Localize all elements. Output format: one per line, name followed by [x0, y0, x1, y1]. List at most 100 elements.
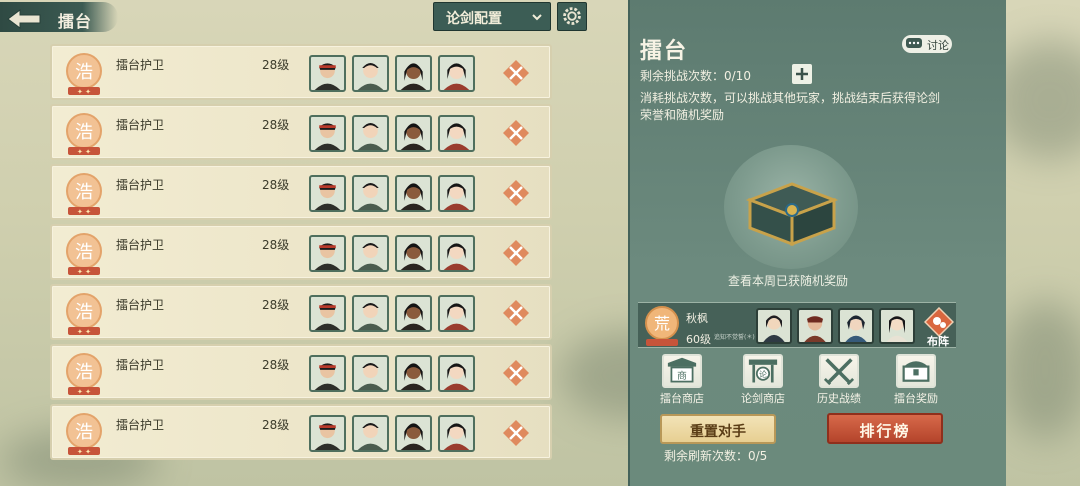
remaining-refreshes: 剩余刷新次数：0/5 [664, 449, 768, 463]
opponent-name: 擂台护卫 [116, 238, 165, 252]
opponent-rank-badge-icon: 浩 ✦ ✦ [66, 173, 102, 216]
player-status-text: 追知不觉誓(＊) [714, 334, 755, 341]
arena-shop-glyph: 商 [677, 369, 687, 382]
player-level: 60级 [686, 333, 711, 346]
svg-text:✦ ✦: ✦ ✦ [77, 328, 91, 336]
hero-portrait-2[interactable] [352, 55, 389, 92]
hero-portrait-1[interactable] [309, 355, 346, 392]
opponent-row[interactable]: 浩 ✦ ✦ 擂台护卫 28级 [50, 344, 552, 400]
challenge-crossed-swords-icon[interactable] [503, 120, 529, 146]
hero-portrait-4[interactable] [438, 235, 475, 272]
sword-config-dropdown[interactable]: 论剑配置 [433, 2, 551, 31]
arena-reward-button[interactable]: 擂台奖励 [888, 354, 944, 405]
opponent-name: 擂台护卫 [116, 418, 165, 432]
opponent-rank-badge-icon: 浩 ✦ ✦ [66, 53, 102, 96]
opponent-hero-list [309, 295, 475, 332]
opponent-level: 28级 [262, 178, 290, 192]
my-hero-portrait[interactable] [838, 308, 874, 344]
hero-portrait-2[interactable] [352, 295, 389, 332]
chat-bubble-icon [906, 38, 922, 48]
hero-portrait-1[interactable] [309, 55, 346, 92]
chevron-down-icon [532, 14, 542, 21]
discuss-button[interactable]: 讨论 [902, 35, 952, 53]
opponent-hero-list [309, 415, 475, 452]
my-team-bar: 荒 秋枫 60级 追知不觉誓(＊) 布阵 [638, 302, 956, 348]
opponent-name: 擂台护卫 [116, 178, 165, 192]
opponent-row[interactable]: 浩 ✦ ✦ 擂台护卫 28级 [50, 284, 552, 340]
treasure-chest-icon[interactable] [740, 170, 844, 248]
hero-portrait-2[interactable] [352, 115, 389, 152]
opponent-row[interactable]: 浩 ✦ ✦ 擂台护卫 28级 [50, 404, 552, 460]
hero-portrait-2[interactable] [352, 235, 389, 272]
arena-reward-label: 擂台奖励 [894, 392, 938, 405]
hero-portrait-1[interactable] [309, 415, 346, 452]
opponent-row[interactable]: 浩 ✦ ✦ 擂台护卫 28级 [50, 164, 552, 220]
opponent-badge-char: 浩 [75, 302, 93, 323]
settings-button[interactable] [557, 2, 587, 31]
opponent-badge-char: 浩 [75, 62, 93, 83]
svg-text:✦ ✦: ✦ ✦ [77, 448, 91, 456]
hero-portrait-2[interactable] [352, 175, 389, 212]
challenge-crossed-swords-icon[interactable] [503, 60, 529, 86]
opponent-badge-char: 浩 [75, 422, 93, 443]
hero-portrait-1[interactable] [309, 175, 346, 212]
hero-portrait-3[interactable] [395, 235, 432, 272]
battle-history-label: 历史战绩 [817, 392, 861, 405]
hero-portrait-4[interactable] [438, 355, 475, 392]
back-arrow-icon[interactable] [6, 8, 42, 30]
challenge-crossed-swords-icon[interactable] [503, 360, 529, 386]
formation-button[interactable]: 布阵 [923, 306, 955, 348]
hero-portrait-4[interactable] [438, 55, 475, 92]
player-name: 秋枫 [686, 312, 708, 325]
my-hero-portrait[interactable] [797, 308, 833, 344]
hero-portrait-4[interactable] [438, 415, 475, 452]
hero-portrait-4[interactable] [438, 295, 475, 332]
chest-reward-label[interactable]: 查看本周已获随机奖励 [728, 272, 848, 289]
arena-shop-button[interactable]: 商 擂台商店 [654, 354, 710, 405]
battle-history-button[interactable]: 历史战绩 [811, 354, 867, 405]
my-hero-portrait[interactable] [756, 308, 792, 344]
hero-portrait-3[interactable] [395, 295, 432, 332]
opponent-rank-badge-icon: 浩 ✦ ✦ [66, 113, 102, 156]
opponent-name: 擂台护卫 [116, 118, 165, 132]
hero-portrait-4[interactable] [438, 115, 475, 152]
hero-portrait-1[interactable] [309, 295, 346, 332]
hero-portrait-3[interactable] [395, 115, 432, 152]
my-hero-portrait[interactable] [879, 308, 915, 344]
leaderboard-button[interactable]: 排行榜 [827, 413, 943, 444]
hero-portrait-2[interactable] [352, 355, 389, 392]
opponent-level: 28级 [262, 118, 290, 132]
opponent-rank-badge-icon: 浩 ✦ ✦ [66, 233, 102, 276]
challenge-crossed-swords-icon[interactable] [503, 420, 529, 446]
challenge-crossed-swords-icon[interactable] [503, 180, 529, 206]
opponent-name: 擂台护卫 [116, 358, 165, 372]
hero-portrait-2[interactable] [352, 415, 389, 452]
svg-text:✦ ✦: ✦ ✦ [77, 388, 91, 396]
opponent-row[interactable]: 浩 ✦ ✦ 擂台护卫 28级 [50, 224, 552, 280]
hero-portrait-3[interactable] [395, 355, 432, 392]
hero-portrait-1[interactable] [309, 115, 346, 152]
opponent-rank-badge-icon: 浩 ✦ ✦ [66, 413, 102, 456]
opponent-row[interactable]: 浩 ✦ ✦ 擂台护卫 28级 [50, 104, 552, 160]
opponent-row[interactable]: 浩 ✦ ✦ 擂台护卫 28级 [50, 44, 552, 100]
challenge-crossed-swords-icon[interactable] [503, 240, 529, 266]
hero-portrait-3[interactable] [395, 415, 432, 452]
opponent-rank-badge-icon: 浩 ✦ ✦ [66, 353, 102, 396]
sword-config-label: 论剑配置 [446, 11, 502, 27]
arena-info-panel: 擂台 讨论 剩余挑战次数：0/10 消耗挑战次数，可以挑战其他玩家，挑战结束后获… [628, 0, 1006, 486]
hero-portrait-1[interactable] [309, 235, 346, 272]
hero-portrait-3[interactable] [395, 55, 432, 92]
challenge-crossed-swords-icon[interactable] [503, 300, 529, 326]
plus-icon [796, 68, 808, 80]
title-tab: 擂台 [0, 2, 118, 32]
opponent-level: 28级 [262, 238, 290, 252]
gear-icon [563, 7, 581, 25]
hero-portrait-4[interactable] [438, 175, 475, 212]
top-bar: 擂台 论剑配置 [0, 0, 620, 34]
sword-shop-button[interactable]: 论 论剑商店 [735, 354, 791, 405]
opponent-hero-list [309, 355, 475, 392]
svg-text:✦ ✦: ✦ ✦ [77, 268, 91, 276]
add-challenges-button[interactable] [792, 64, 812, 84]
hero-portrait-3[interactable] [395, 175, 432, 212]
reset-opponents-button[interactable]: 重置对手 [660, 414, 776, 444]
